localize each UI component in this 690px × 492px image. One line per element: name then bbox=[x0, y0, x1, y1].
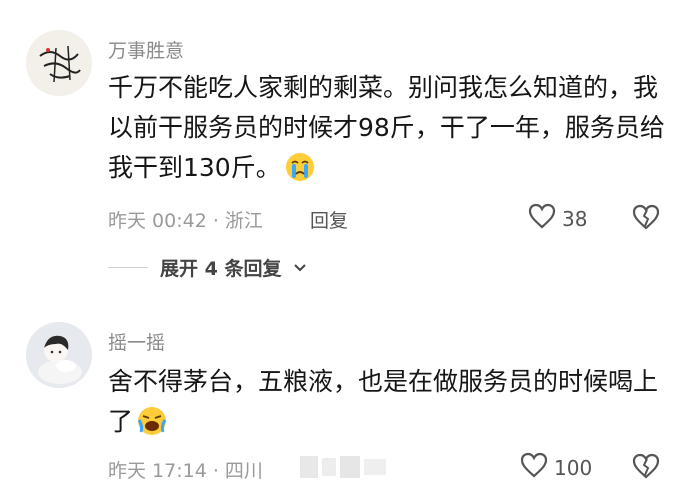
like-count: 100 bbox=[554, 455, 593, 480]
crying-face-icon bbox=[285, 152, 315, 182]
expand-replies[interactable]: 展开 4 条回复 bbox=[108, 254, 307, 281]
comment-text-content: 千万不能吃人家剩的剩菜。别问我怎么知道的，我以前干服务员的时候才98斤，干了一年… bbox=[108, 73, 665, 182]
comment-username[interactable]: 万事胜意 bbox=[108, 36, 184, 63]
comment-text-content: 舍不得茅台，五粮液，也是在做服务员的时候喝上了 bbox=[108, 367, 659, 436]
dislike-button[interactable] bbox=[632, 453, 660, 483]
comment-text: 千万不能吃人家剩的剩菜。别问我怎么知道的，我以前干服务员的时候才98斤，干了一年… bbox=[108, 68, 673, 188]
chevron-down-icon bbox=[293, 258, 307, 277]
dislike-button[interactable] bbox=[632, 204, 660, 234]
reply-button[interactable]: 回复 bbox=[310, 206, 348, 233]
avatar[interactable] bbox=[26, 322, 92, 388]
comment-username[interactable]: 摇一摇 bbox=[108, 328, 165, 355]
heart-outline-icon bbox=[528, 203, 556, 234]
like-button[interactable]: 38 bbox=[528, 203, 587, 234]
loudly-crying-face-icon bbox=[137, 406, 167, 436]
heart-outline-icon bbox=[520, 452, 548, 483]
comment-meta: 昨天 00:42 · 浙江 bbox=[108, 210, 263, 232]
like-count: 38 bbox=[562, 206, 588, 231]
comment-text: 舍不得茅台，五粮液，也是在做服务员的时候喝上了 bbox=[108, 362, 673, 442]
broken-heart-icon bbox=[632, 204, 660, 234]
watermark bbox=[300, 454, 400, 480]
divider bbox=[108, 267, 148, 268]
comment-meta: 昨天 17:14 · 四川 bbox=[108, 460, 263, 482]
like-button[interactable]: 100 bbox=[520, 452, 592, 483]
avatar[interactable] bbox=[26, 30, 92, 96]
broken-heart-icon bbox=[632, 453, 660, 483]
expand-replies-label: 展开 4 条回复 bbox=[160, 258, 282, 280]
